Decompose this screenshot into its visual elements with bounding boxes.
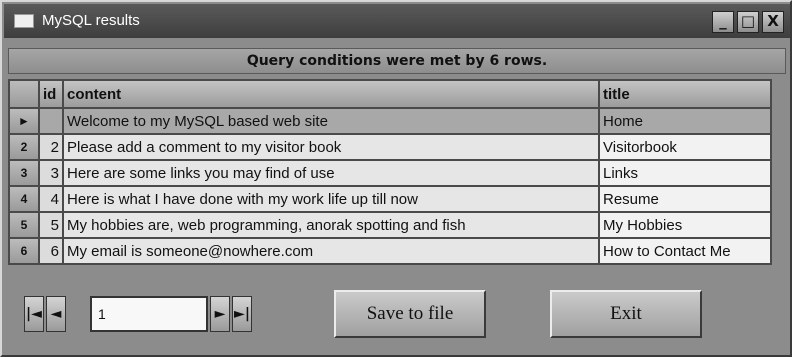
first-record-button[interactable]: |◄ — [24, 296, 44, 332]
cell-id[interactable]: 2 — [38, 133, 64, 161]
cell-content[interactable]: Here are some links you may find of use — [62, 159, 600, 187]
minimize-button[interactable]: _ — [712, 11, 734, 33]
save-to-file-button[interactable]: Save to file — [334, 290, 486, 338]
window-icon — [14, 14, 34, 28]
cell-content[interactable]: My email is someone@nowhere.com — [62, 237, 600, 265]
column-header-title[interactable]: title — [598, 79, 772, 109]
row-header[interactable]: 5 — [8, 211, 40, 239]
cell-content[interactable]: Please add a comment to my visitor book — [62, 133, 600, 161]
table-row[interactable]: ► Welcome to my MySQL based web site Hom… — [8, 107, 772, 135]
cell-content[interactable]: My hobbies are, web programming, anorak … — [62, 211, 600, 239]
cell-title[interactable]: How to Contact Me — [598, 237, 772, 265]
cell-id[interactable]: 5 — [38, 211, 64, 239]
current-row-marker[interactable]: ► — [8, 107, 40, 135]
results-grid[interactable]: id content title ► Welcome to my MySQL b… — [8, 79, 772, 265]
table-row[interactable]: 4 4 Here is what I have done with my wor… — [8, 185, 772, 213]
row-header[interactable]: 4 — [8, 185, 40, 213]
cell-id[interactable] — [38, 107, 64, 135]
cell-title[interactable]: Visitorbook — [598, 133, 772, 161]
last-record-button[interactable]: ►| — [232, 296, 252, 332]
close-button[interactable]: X — [762, 11, 784, 33]
previous-record-button[interactable]: ◄ — [46, 296, 66, 332]
table-row[interactable]: 3 3 Here are some links you may find of … — [8, 159, 772, 187]
table-row[interactable]: 6 6 My email is someone@nowhere.com How … — [8, 237, 772, 265]
cell-title[interactable]: Links — [598, 159, 772, 187]
cell-id[interactable]: 6 — [38, 237, 64, 265]
cell-id[interactable]: 3 — [38, 159, 64, 187]
cell-title[interactable]: Resume — [598, 185, 772, 213]
cell-title[interactable]: My Hobbies — [598, 211, 772, 239]
results-window: MySQL results _ □ X Query conditions wer… — [0, 0, 792, 357]
next-record-button[interactable]: ► — [210, 296, 230, 332]
table-row[interactable]: 2 2 Please add a comment to my visitor b… — [8, 133, 772, 161]
cell-title[interactable]: Home — [598, 107, 772, 135]
grid-header-row: id content title — [8, 79, 772, 109]
table-row[interactable]: 5 5 My hobbies are, web programming, ano… — [8, 211, 772, 239]
maximize-button[interactable]: □ — [737, 11, 759, 33]
column-header-content[interactable]: content — [62, 79, 600, 109]
title-bar[interactable]: MySQL results _ □ X — [4, 4, 790, 38]
row-header[interactable]: 2 — [8, 133, 40, 161]
column-header-id[interactable]: id — [38, 79, 64, 109]
corner-header — [8, 79, 40, 109]
record-number-input[interactable] — [90, 296, 208, 332]
results-caption: Query conditions were met by 6 rows. — [8, 48, 786, 74]
row-header[interactable]: 3 — [8, 159, 40, 187]
cell-id[interactable]: 4 — [38, 185, 64, 213]
cell-content[interactable]: Welcome to my MySQL based web site — [62, 107, 600, 135]
window-title: MySQL results — [42, 12, 140, 29]
cell-content[interactable]: Here is what I have done with my work li… — [62, 185, 600, 213]
exit-button[interactable]: Exit — [550, 290, 702, 338]
row-header[interactable]: 6 — [8, 237, 40, 265]
